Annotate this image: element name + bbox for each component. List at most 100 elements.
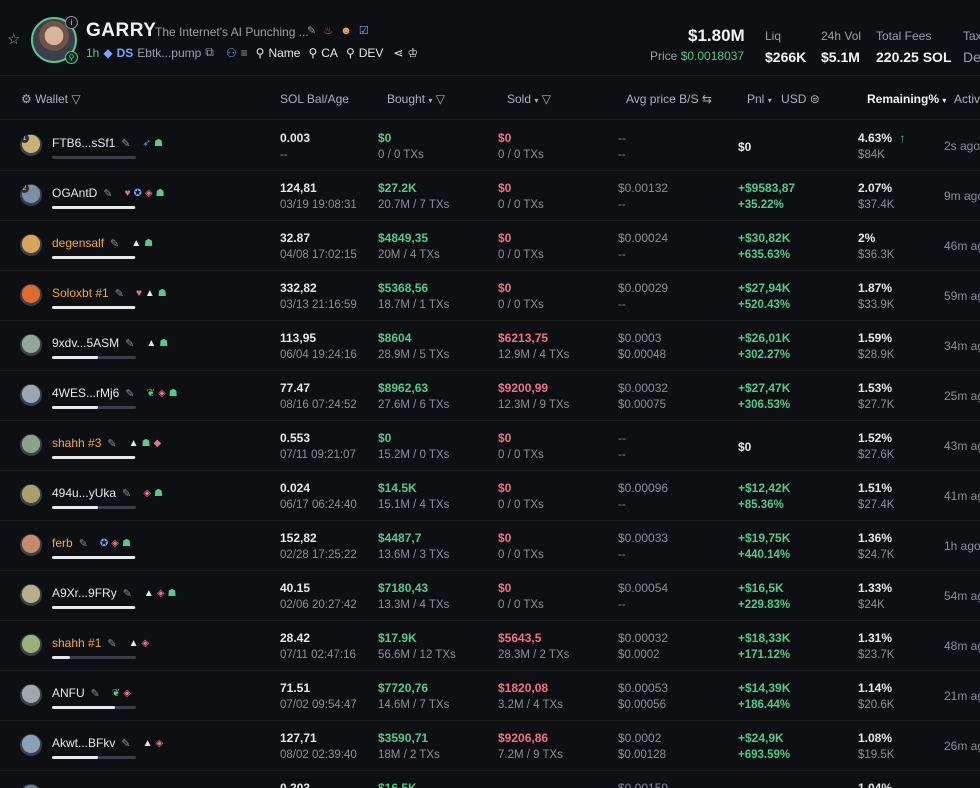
volume-value: $5.1M [821,49,860,65]
table-row[interactable]: Akwt...BFkv ✎ ▲ ◈ 127,71 08/02 02:39:40 $… [0,721,980,771]
edit-icon[interactable]: ✎ [125,387,134,400]
wallet-avatar[interactable] [20,334,42,356]
table-row[interactable]: 2 OGAntD ✎ ♥ ✪ ◈ ☗ 124,81 03/19 19:08:31 $2… [0,171,980,221]
edit-icon[interactable]: ✎ [107,437,116,450]
sort-icon[interactable]: ▾ [768,96,772,105]
edit-icon[interactable]: ✎ [123,587,132,600]
sold-txs: 0 / 0 TXs [498,249,544,261]
edit-icon[interactable]: ✎ [79,537,88,550]
holders-icon[interactable]: ⚇ [226,46,237,60]
wallet-avatar[interactable] [20,684,42,706]
table-row[interactable]: ferb ✎ ✪ ◈ ☗ 152,82 02/28 17:25:22 $4487,7… [0,521,980,571]
crown-icon[interactable]: ♔ [407,46,418,60]
wallet-avatar[interactable] [20,234,42,256]
search-dev-button[interactable]: DEV [359,46,384,60]
column-avg-price[interactable]: Avg price B/S ⇆ [626,92,712,106]
wallet-name[interactable]: degensalf [52,236,104,250]
avg-buy-price: $0.00096 [618,481,669,495]
table-row[interactable]: 0.203 $16.5K $0.00159 +$2027,58 1.04% [0,771,980,788]
sol-balance: 113,95 [280,331,317,345]
menu-circle-icon[interactable]: ≡ [241,46,248,60]
wallet-name[interactable]: ferb [52,536,73,550]
sort-icon[interactable]: ▾ [428,96,432,105]
table-row[interactable]: shahh #1 ✎ ▲ ◈ 28.42 07/11 02:47:16 $17.9… [0,621,980,671]
wallet-avatar[interactable] [20,784,42,788]
wallet-avatar[interactable]: 2 [20,184,42,206]
table-row[interactable]: 494u...yUka ✎ ◈ ☗ 0.024 06/17 06:24:40 $1… [0,471,980,521]
search-ca-button[interactable]: CA [321,46,338,60]
table-row[interactable]: 9xdv...5ASM ✎ ▲ ☗ 113,95 06/04 19:24:16 $… [0,321,980,371]
bought-amount: $7720,76 [378,681,429,695]
share-icon[interactable]: ⋖ [393,46,403,60]
edit-icon[interactable]: ✎ [122,487,131,500]
edit-icon[interactable]: ✎ [110,237,119,250]
token-avatar[interactable]: i ⚲ [31,16,78,64]
table-row[interactable]: ANFU ✎ ❦ ◈ 71.51 07/02 09:54:47 $7720,76 … [0,671,980,721]
copy-icon[interactable]: ⧉ [205,45,214,60]
wallet-name[interactable]: Akwt...BFkv [52,736,115,750]
wallet-avatar[interactable]: 1 [20,134,42,156]
token-address[interactable]: Ebtk...pump [137,46,201,60]
swap-icon[interactable]: ⇆ [702,92,712,106]
info-icon[interactable]: i [65,16,78,29]
bought-txs: 20.7M / 7 TXs [378,199,450,211]
column-wallet[interactable]: ⚙ Wallet ▽ [21,92,81,106]
wallet-avatar[interactable] [20,584,42,606]
column-sol-bal[interactable]: SOL Bal/Age [280,92,349,106]
wallet-avatar[interactable] [20,284,42,306]
wallet-avatar[interactable] [20,484,42,506]
edit-icon[interactable]: ✎ [115,287,124,300]
link-icon[interactable]: ⚲ [65,51,78,64]
favorite-star-icon[interactable]: ☆ [7,32,23,48]
table-row[interactable]: 1 FTB6...sSf1 ✎ ➶ ☗ 0.003 -- $0 0 / 0 TXs… [0,121,980,171]
search-name-button[interactable]: Name [268,46,300,60]
layers-icon: ◈ [143,487,151,499]
edit-icon[interactable]: ✎ [103,187,112,200]
wallet-avatar[interactable] [20,634,42,656]
wallet-avatar[interactable] [20,384,42,406]
settings-icon[interactable]: ⚙ [21,92,32,106]
edit-icon[interactable]: ✎ [121,137,130,150]
table-row[interactable]: shahh #3 ✎ ▲ ☗ ◆ 0.553 07/11 09:21:07 $0 1… [0,421,980,471]
sort-icon[interactable]: ▾ [534,96,538,105]
column-remaining[interactable]: Remaining% ▾ [867,92,946,106]
wallet-name[interactable]: 9xdv...5ASM [52,336,119,350]
wallet-name[interactable]: 4WES...rMj6 [52,386,119,400]
column-usd-label[interactable]: USD [781,92,806,106]
table-row[interactable]: 4WES...rMj6 ✎ ❦ ◈ ☗ 77.47 08/16 07:24:52 $… [0,371,980,421]
wallet-tags: ♥ ▲ ☗ [136,288,167,299]
column-active[interactable]: Activ [954,92,980,106]
sort-icon[interactable]: ▾ [942,96,946,105]
table-row[interactable]: A9Xr...9FRy ✎ ▲ ◈ ☗ 40.15 02/06 20:27:42 $… [0,571,980,621]
table-row[interactable]: Soloxbt #1 ✎ ♥ ▲ ☗ 332,82 03/13 21:16:59 $… [0,271,980,321]
wallet-avatar[interactable] [20,534,42,556]
wallet-age: 03/13 21:16:59 [280,299,357,311]
wallet-name[interactable]: A9Xr...9FRy [52,586,117,600]
wallet-name[interactable]: 494u...yUka [52,486,116,500]
column-pnl[interactable]: Pnl ▾ USD ⊜ [747,92,820,106]
layers-icon: ◈ [123,687,131,699]
wallet-name[interactable]: ANFU [52,686,85,700]
wallet-avatar[interactable] [20,434,42,456]
bought-txs: 56.6M / 12 TXs [378,649,456,661]
wallet-name[interactable]: shahh #3 [52,436,101,450]
currency-toggle-icon[interactable]: ⊜ [810,92,820,106]
column-sold[interactable]: Sold ▾ ▽ [507,92,551,106]
edit-icon[interactable]: ✎ [307,25,316,37]
edit-icon[interactable]: ✎ [107,637,116,650]
wallet-name[interactable]: shahh #1 [52,636,101,650]
filter-icon[interactable]: ▽ [71,92,80,106]
avg-sell-price: -- [618,549,626,561]
wallet-avatar[interactable] [20,734,42,756]
wallet-name[interactable]: FTB6...sSf1 [52,136,115,150]
edit-icon[interactable]: ✎ [91,687,100,700]
filter-icon[interactable]: ▽ [436,92,445,106]
edit-icon[interactable]: ✎ [121,737,130,750]
wallet-tags: ▲ ☗ [131,238,153,249]
edit-icon[interactable]: ✎ [125,337,134,350]
wallet-name[interactable]: Soloxbt #1 [52,286,109,300]
table-row[interactable]: degensalf ✎ ▲ ☗ 32.87 04/08 17:02:15 $484… [0,221,980,271]
filter-icon[interactable]: ▽ [542,92,551,106]
column-bought[interactable]: Bought ▾ ▽ [387,92,445,106]
wallet-name[interactable]: OGAntD [52,186,97,200]
